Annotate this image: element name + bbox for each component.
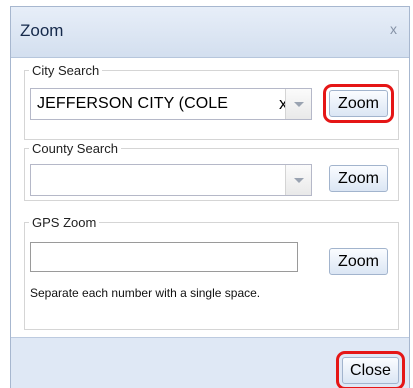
gps-zoom-legend: GPS Zoom — [32, 215, 97, 230]
county-search-group: County Search Zoom — [24, 141, 399, 201]
city-zoom-button[interactable]: Zoom — [323, 84, 394, 123]
city-search-dropdown-trigger[interactable] — [285, 89, 311, 119]
dialog-footer: Close — [11, 337, 409, 388]
city-search-legend: City Search — [32, 63, 100, 78]
county-search-legend: County Search — [32, 141, 118, 156]
gps-zoom-group: GPS Zoom Zoom Separate each number with … — [24, 215, 399, 330]
county-search-combobox[interactable] — [30, 164, 312, 196]
city-search-combobox[interactable]: JEFFERSON CITY (COLE x — [30, 88, 312, 120]
dialog-titlebar[interactable]: Zoom x — [11, 7, 409, 58]
zoom-dialog: Zoom x City Search JEFFERSON CITY (COLE … — [10, 6, 410, 388]
county-search-dropdown-trigger[interactable] — [285, 165, 311, 195]
county-zoom-button[interactable]: Zoom — [329, 165, 388, 192]
dialog-body: City Search JEFFERSON CITY (COLE x Zoom … — [11, 58, 409, 337]
close-button[interactable]: Close — [336, 351, 405, 388]
gps-coordinates-input[interactable] — [30, 242, 298, 272]
gps-hint-text: Separate each number with a single space… — [30, 286, 261, 300]
close-icon[interactable]: x — [390, 21, 397, 37]
city-search-value: JEFFERSON CITY (COLE — [37, 95, 229, 112]
dialog-title: Zoom — [20, 21, 64, 40]
city-search-group: City Search JEFFERSON CITY (COLE x Zoom — [24, 63, 399, 140]
gps-zoom-button[interactable]: Zoom — [329, 248, 388, 275]
chevron-down-icon — [294, 178, 304, 183]
background-strip — [0, 0, 10, 388]
chevron-down-icon — [294, 102, 304, 107]
